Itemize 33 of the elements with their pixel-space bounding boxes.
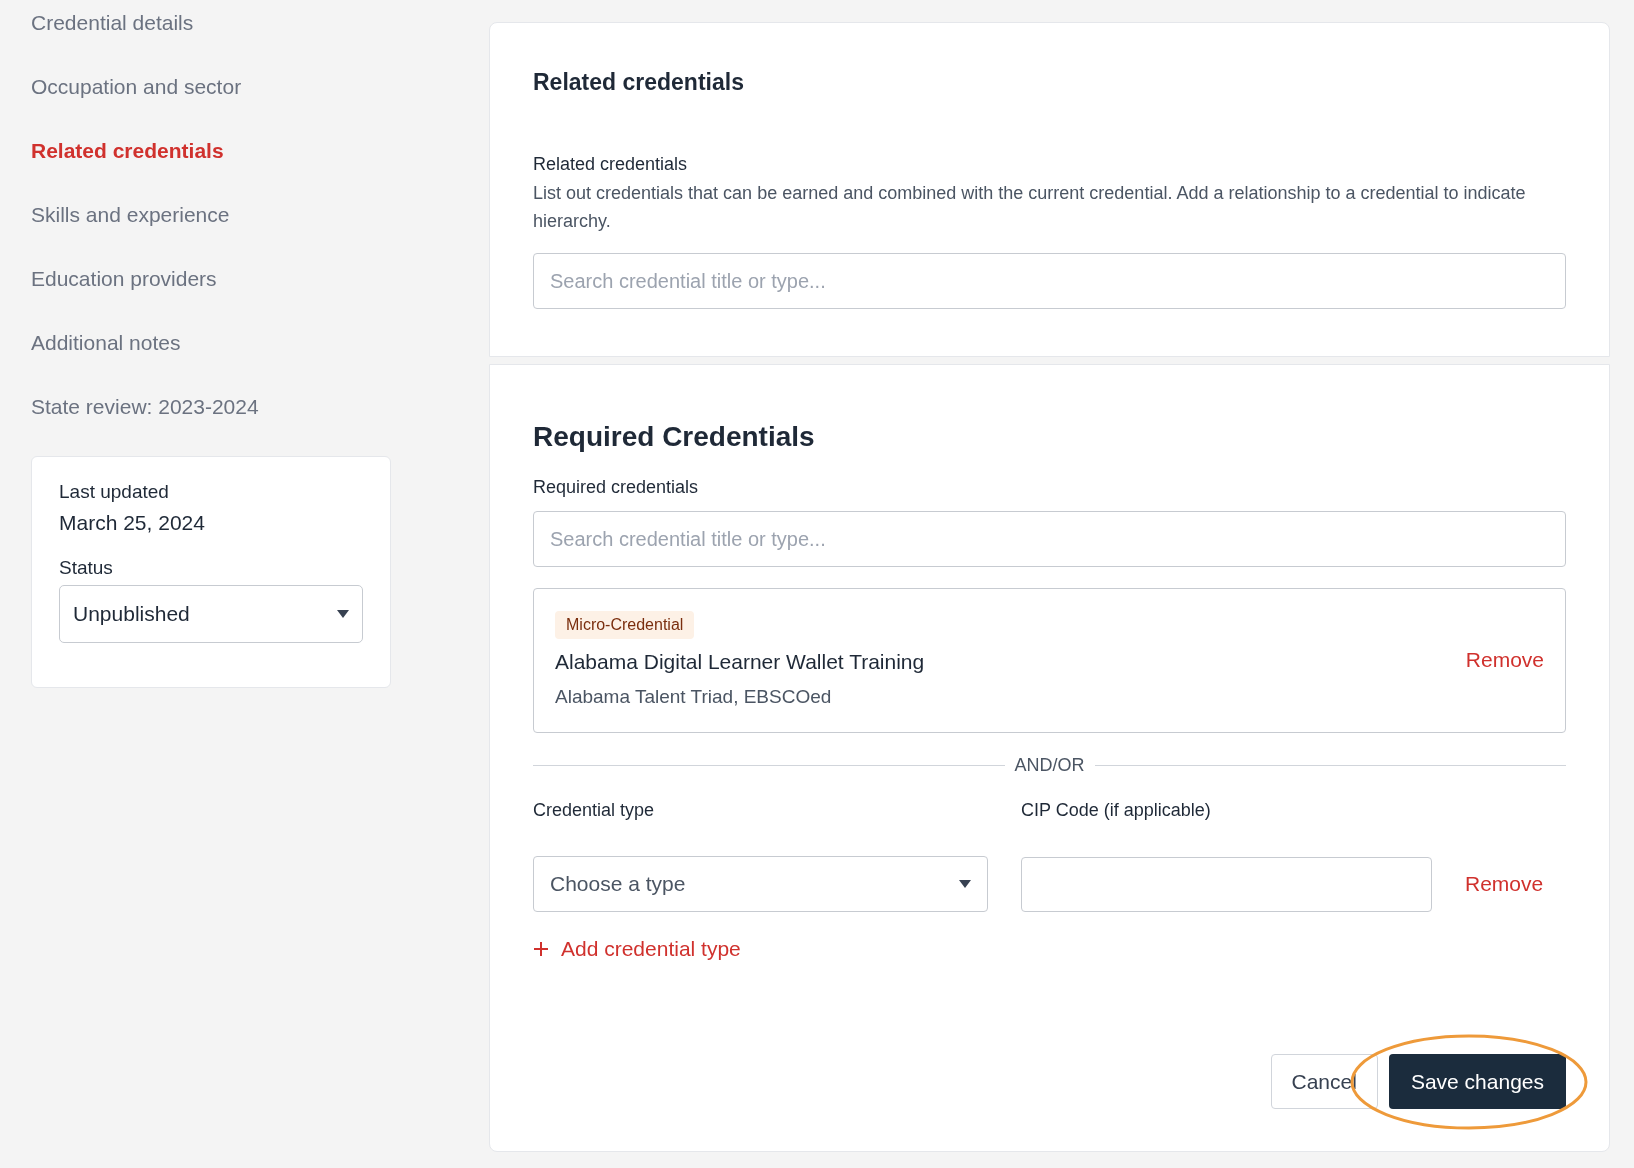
- sidebar-item[interactable]: Education providers: [31, 266, 217, 292]
- sidebar-item[interactable]: Credential details: [31, 10, 194, 36]
- cip-code-field[interactable]: [1021, 856, 1432, 912]
- field-label: Credential type: [533, 800, 656, 821]
- caret-icon: [959, 880, 971, 888]
- field-label: Related credentials: [533, 154, 689, 175]
- caret-icon: [337, 610, 349, 618]
- section-title: Related credentials: [533, 69, 745, 96]
- credential-providers: Alabama Talent Triad, EBSCOed: [555, 686, 832, 708]
- section-title: Required Credentials: [533, 421, 816, 453]
- field-description: List out credentials that can be earned and combined with the current credential. Add a relationship to a credential to indicate hierarchy.: [533, 182, 1527, 233]
- status-label: Status: [59, 557, 114, 579]
- status-select[interactable]: Unpublished: [59, 585, 363, 643]
- credential-title: Alabama Digital Learner Wallet Training: [555, 650, 925, 674]
- divider-label: AND/OR: [1014, 755, 1085, 776]
- last-updated-date: March 25, 2024: [59, 511, 206, 535]
- remove-link[interactable]: Remove: [1465, 872, 1566, 896]
- field-label: CIP Code (if applicable): [1021, 800, 1212, 821]
- last-updated-label: Last updated: [59, 481, 170, 503]
- sidebar-item[interactable]: Additional notes: [31, 330, 181, 356]
- save-button[interactable]: Save changes: [1388, 1054, 1566, 1109]
- sidebar-item[interactable]: State review: 2023-2024: [31, 394, 259, 420]
- sidebar-item[interactable]: Skills and experience: [31, 202, 230, 228]
- type-select[interactable]: Choose a type: [533, 856, 988, 912]
- sidebar-item[interactable]: Occupation and sector: [31, 74, 242, 100]
- sidebar-item[interactable]: Related credentials: [31, 138, 224, 164]
- add-credential-type-link[interactable]: Add credential type: [533, 937, 741, 961]
- remove-link[interactable]: Remove: [1465, 647, 1544, 672]
- field-label: Required credentials: [533, 477, 700, 498]
- plus-icon: [533, 941, 549, 957]
- search-field[interactable]: Search credential title or type...: [533, 511, 1566, 567]
- credential-tag: Micro-Credential: [555, 611, 695, 639]
- search-field[interactable]: Search credential title or type...: [533, 253, 1566, 309]
